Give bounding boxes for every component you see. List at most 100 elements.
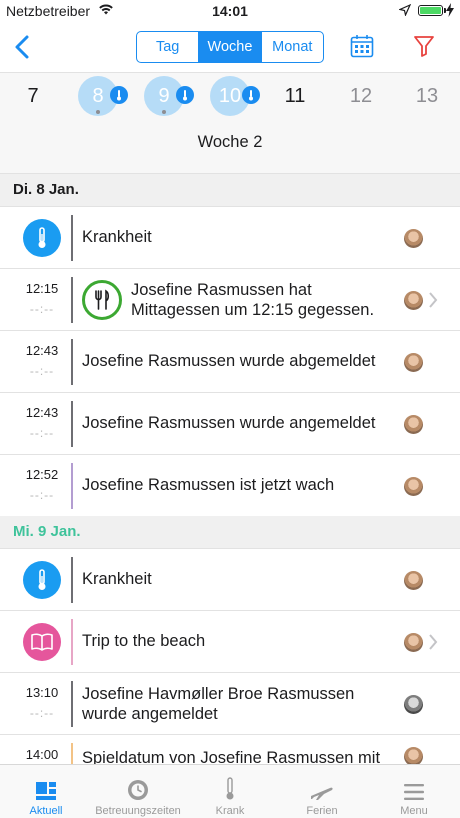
filter-button[interactable] — [413, 34, 435, 58]
day-7[interactable]: 7 — [13, 76, 53, 116]
thermometer-icon — [176, 86, 194, 104]
calendar-icon — [350, 35, 374, 58]
entry-text: Trip to the beach — [82, 632, 206, 650]
time-range: 12:43 --:-- — [14, 343, 70, 378]
dashboard-icon — [0, 771, 92, 801]
status-bar: Netzbetreiber 14:01 — [0, 0, 460, 22]
row-divider — [71, 401, 73, 447]
clock-time: 14:01 — [212, 3, 248, 19]
list-item-sick[interactable]: Krankheit — [0, 207, 460, 269]
end-time: --:-- — [29, 706, 55, 720]
tab-label: Betreuungszeiten — [95, 805, 181, 817]
event-dot — [162, 110, 166, 114]
clock-icon — [92, 771, 184, 801]
row-divider — [71, 557, 73, 603]
tab-bar: Aktuell Betreuungszeiten Krank Ferien Me… — [0, 764, 460, 818]
start-time: 12:43 — [25, 405, 59, 420]
day-8[interactable]: 8 — [78, 76, 128, 116]
entry-text: Josefine Rasmussen wurde abgemeldet — [82, 352, 376, 370]
week-label: Woche 2 — [197, 133, 263, 151]
row-divider — [71, 339, 73, 385]
end-time: --:-- — [29, 488, 55, 502]
book-icon — [23, 623, 61, 661]
row-divider — [71, 619, 73, 665]
tab-ferien[interactable]: Ferien — [276, 765, 368, 818]
tab-menu[interactable]: Menu — [368, 765, 460, 818]
thermometer-icon — [23, 219, 61, 257]
time-range: 12:15 --:-- — [14, 281, 70, 316]
list-item-meal[interactable]: 12:15 --:-- Josefine Rasmussen hat Mitta… — [0, 269, 460, 331]
tab-aktuell[interactable]: Aktuell — [0, 765, 92, 818]
chevron-left-icon — [15, 35, 29, 59]
avatar — [404, 571, 423, 590]
end-time: --:-- — [29, 426, 55, 440]
battery-icon — [418, 5, 446, 16]
tab-label: Aktuell — [29, 805, 63, 817]
week-day-strip: 7 8 9 10 11 12 13 Woche 2 — [0, 72, 460, 174]
thermometer-icon — [184, 771, 276, 801]
row-divider — [71, 463, 73, 509]
fork-knife-icon — [82, 280, 122, 320]
filter-funnel-icon — [414, 36, 434, 57]
airplane-icon — [276, 771, 368, 801]
calendar-button[interactable] — [350, 34, 374, 58]
time-range: 12:52 --:-- — [14, 467, 70, 502]
start-time: 13:10 — [25, 685, 59, 700]
navigation-bar: Tag Woche Monat — [0, 22, 460, 72]
view-mode-segmented-control: Tag Woche Monat — [136, 31, 324, 63]
entry-text: Josefine Rasmussen wurde angemeldet — [82, 414, 376, 432]
day-9[interactable]: 9 — [144, 76, 194, 116]
entry-text: Krankheit — [82, 228, 152, 246]
thermometer-icon — [110, 86, 128, 104]
chevron-right-icon — [429, 292, 438, 308]
time-range: 12:43 --:-- — [14, 405, 70, 440]
list-item-checkin[interactable]: 12:43 --:-- Josefine Rasmussen wurde ang… — [0, 393, 460, 455]
segment-monat[interactable]: Monat — [260, 32, 323, 62]
back-button[interactable] — [12, 34, 34, 60]
avatar — [404, 633, 423, 652]
thermometer-icon — [23, 561, 61, 599]
avatar — [404, 291, 423, 310]
charging-bolt-icon — [446, 3, 454, 20]
time-range: 13:10 --:-- — [14, 685, 70, 720]
avatar — [404, 695, 423, 714]
end-time: --:-- — [29, 302, 55, 316]
row-divider — [71, 277, 73, 323]
tab-label: Krank — [215, 805, 245, 817]
start-time: 12:52 — [25, 467, 59, 482]
section-header-day: Di. 8 Jan. — [0, 174, 460, 207]
entry-text: Krankheit — [82, 570, 152, 588]
row-divider — [71, 215, 73, 261]
time-range: 14:00 — [14, 747, 70, 762]
day-12[interactable]: 12 — [341, 76, 381, 116]
list-item-checkout[interactable]: 12:43 --:-- Josefine Rasmussen wurde abg… — [0, 331, 460, 393]
end-time: --:-- — [29, 364, 55, 378]
tab-krank[interactable]: Krank — [184, 765, 276, 818]
start-time: 12:15 — [25, 281, 59, 296]
tab-label: Menu — [400, 805, 428, 817]
chevron-right-icon — [429, 634, 438, 650]
thermometer-icon — [242, 86, 260, 104]
location-arrow-icon — [398, 3, 412, 19]
section-header-day: Mi. 9 Jan. — [0, 516, 460, 549]
list-item-checkin[interactable]: 13:10 --:-- Josefine Havmøller Broe Rasm… — [0, 673, 460, 735]
tab-label: Ferien — [306, 805, 338, 817]
start-time: 12:43 — [25, 343, 59, 358]
day-13[interactable]: 13 — [407, 76, 447, 116]
avatar — [404, 229, 423, 248]
avatar — [404, 353, 423, 372]
event-dot — [96, 110, 100, 114]
day-11[interactable]: 11 — [275, 76, 315, 116]
segment-tag[interactable]: Tag — [137, 32, 198, 62]
list-item-awake[interactable]: 12:52 --:-- Josefine Rasmussen ist jetzt… — [0, 455, 460, 517]
list-item-sick[interactable]: Krankheit — [0, 549, 460, 611]
day-10[interactable]: 10 — [210, 76, 260, 116]
avatar — [404, 415, 423, 434]
tab-betreuungszeiten[interactable]: Betreuungszeiten — [92, 765, 184, 818]
entry-text: Josefine Havmøller Broe Rasmussen wurde … — [82, 685, 355, 723]
entry-text: Josefine Rasmussen ist jetzt wach — [82, 476, 335, 494]
list-item-activity[interactable]: Trip to the beach — [0, 611, 460, 673]
avatar — [404, 477, 423, 496]
segment-woche[interactable]: Woche — [198, 32, 261, 62]
start-time: 14:00 — [25, 747, 59, 762]
